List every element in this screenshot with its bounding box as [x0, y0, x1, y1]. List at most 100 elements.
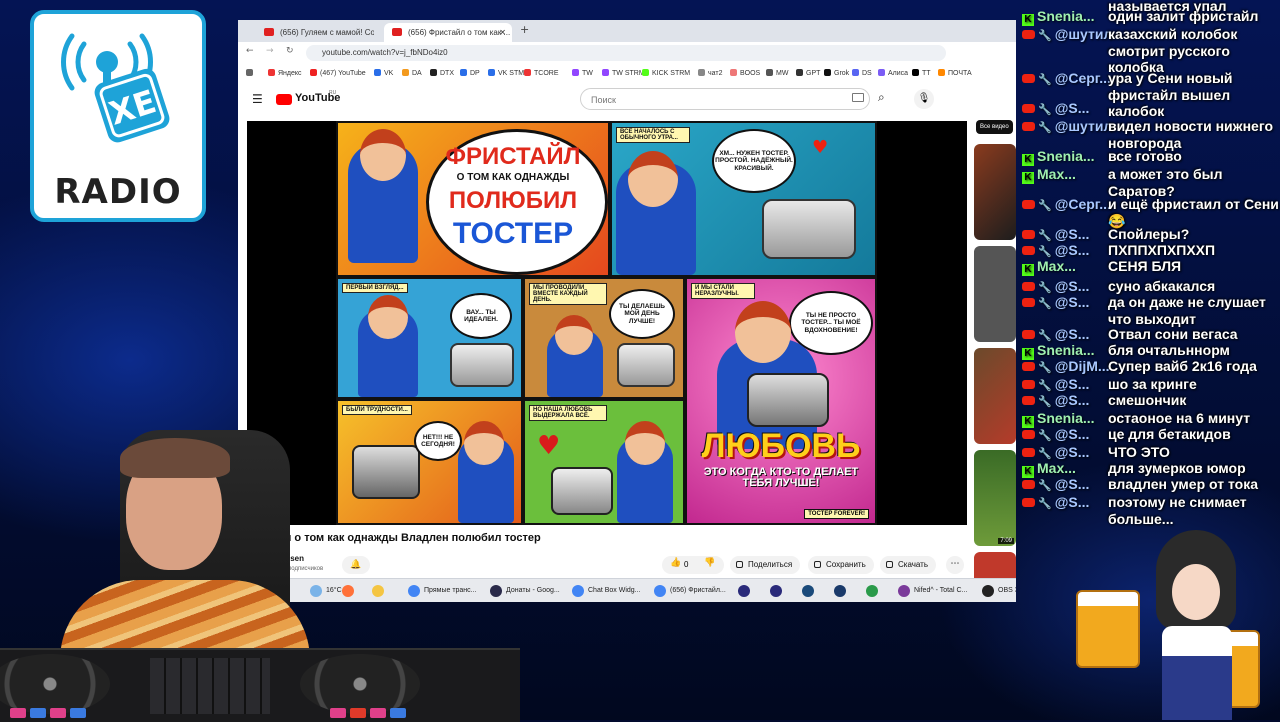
browser-icon[interactable] — [866, 583, 882, 599]
youtube-icon — [1022, 430, 1035, 439]
comic-panel-morning: ВСЁ НАЧАЛОСЬ С ОБЫЧНОГО УТРА... ХМ... НУ… — [612, 123, 875, 275]
chat-message: 🔧 @S... смешончик — [1014, 392, 1280, 409]
menu-icon[interactable]: ☰ — [252, 92, 263, 106]
share-button[interactable]: Поделиться — [730, 556, 801, 574]
recommended-thumbnail[interactable]: 7:09 — [974, 450, 1016, 546]
bookmark-item[interactable]: TCORE — [524, 69, 559, 77]
reload-icon[interactable]: ↻ — [286, 46, 294, 56]
taskbar-item[interactable]: Прямые транс... — [408, 583, 477, 599]
bookmark-item[interactable]: DA — [402, 69, 422, 77]
youtube-icon — [264, 28, 274, 36]
like-icon[interactable]: 👍 — [670, 558, 681, 568]
kick-icon: K — [1022, 264, 1034, 276]
taskbar-item[interactable]: Nifed^ - Total C... — [898, 583, 967, 599]
chat-username: 🔧 @S... — [1022, 392, 1089, 408]
search-icon[interactable]: ⌕ — [878, 90, 885, 105]
moderator-icon: 🔧 — [1038, 430, 1052, 442]
chat-username: 🔧 @S... — [1022, 226, 1089, 242]
more-actions-icon[interactable]: ⋯ — [946, 556, 964, 574]
youtube-icon — [1022, 480, 1035, 489]
tab-video-1[interactable]: (656) Гуляем с мамой! Советс... — [256, 23, 374, 42]
recommended-thumbnail[interactable] — [974, 348, 1016, 444]
bookmark-item[interactable]: VK — [374, 69, 393, 77]
bookmark-item[interactable]: Grok — [824, 69, 849, 77]
chat-message-text: ПХППХПХПХХП — [1108, 242, 1216, 258]
love-subtitle: ЭТО КОГДА КТО-ТО ДЕЛАЕТ ТЕБЯ ЛУЧШЕ! — [703, 466, 859, 489]
chat-username: K Max... — [1022, 258, 1076, 276]
dislike-icon[interactable]: 👎 — [704, 558, 715, 568]
firefox-icon[interactable] — [342, 583, 358, 599]
bookmark-item[interactable]: ПОЧТА — [938, 69, 972, 77]
bookmark-item[interactable]: BOOS — [730, 69, 760, 77]
taskbar-item[interactable]: OBS 32.1.1 - Пр... — [982, 583, 1016, 599]
character-head — [625, 421, 665, 465]
search-input[interactable]: Поиск — [580, 88, 870, 110]
url-field[interactable]: youtube.com/watch?v=j_fbNDo4iz0 — [306, 45, 946, 61]
comic-panel-trouble: БЫЛИ ТРУДНОСТИ... НЕТ!!! НЕ СЕГОДНЯ! — [338, 401, 521, 523]
photoshop-icon[interactable] — [834, 583, 850, 599]
chat-username-text: @S... — [1054, 426, 1090, 442]
chat-message: 🔧 @S... владлен умер от тока — [1014, 476, 1280, 493]
taskbar-item[interactable]: (656) Фристайл... — [654, 583, 726, 599]
mixer-section — [150, 658, 270, 714]
tab-video-2[interactable]: (656) Фристайл о том как ... ✕ — [384, 23, 512, 42]
bookmark-item[interactable]: (467) YouTube — [310, 69, 366, 77]
youtube-icon — [1022, 200, 1035, 209]
filter-chip-all[interactable]: Все видео — [976, 120, 1013, 134]
chat-username-text: @S... — [1054, 476, 1090, 492]
toaster-image — [551, 467, 613, 515]
bookmark-item[interactable]: DP — [460, 69, 480, 77]
taskbar-item[interactable]: Chat Box Widg... — [572, 583, 641, 599]
bookmark-item[interactable]: DTX — [430, 69, 454, 77]
chat-username-text: @шутил — [1054, 26, 1113, 42]
chat-username: K Snenia... — [1022, 148, 1095, 166]
chat-username: 🔧 @S... — [1022, 278, 1089, 294]
forward-icon[interactable]: → — [266, 46, 274, 56]
bookmark-item[interactable]: чат2 — [698, 69, 723, 77]
bookmark-item[interactable]: TW STRM — [602, 69, 645, 77]
chat-username: K Max... — [1022, 166, 1076, 184]
bookmark-item[interactable]: DS — [852, 69, 872, 77]
moderator-icon: 🔧 — [1038, 200, 1052, 212]
bookmark-item[interactable]: TW — [572, 69, 593, 77]
save-button[interactable]: Сохранить — [808, 556, 874, 574]
bookmark-item[interactable]: Алиса — [878, 69, 908, 77]
audition-icon[interactable] — [802, 583, 818, 599]
close-tab-icon[interactable]: ✕ — [499, 23, 506, 42]
bookmark-item[interactable]: TT — [912, 69, 931, 77]
bookmark-item[interactable]: Яндекс — [268, 69, 302, 77]
bookmark-item[interactable]: VK STM — [488, 69, 524, 77]
keyboard-icon[interactable] — [852, 93, 864, 102]
chat-message: 🔧 @S... це для бетакидов — [1014, 426, 1280, 443]
panel-caption: БЫЛИ ТРУДНОСТИ... — [342, 405, 412, 415]
chat-username-text: Snenia... — [1037, 342, 1095, 358]
folder-icon[interactable] — [372, 583, 388, 599]
recommended-thumbnail[interactable] — [974, 144, 1016, 240]
chat-message: 🔧 @DijM... Супер вайб 2к16 года — [1014, 358, 1280, 375]
microphone-icon[interactable]: 🎙 — [914, 89, 934, 109]
chat-message: K Max... а может это был Саратов? — [1014, 166, 1280, 199]
recommended-thumbnail[interactable] — [974, 246, 1016, 342]
apps-icon[interactable] — [246, 69, 256, 77]
new-tab-icon[interactable]: + — [520, 23, 529, 36]
chat-username-text: Max... — [1037, 460, 1076, 476]
download-button[interactable]: Скачать — [880, 556, 936, 574]
moderator-icon: 🔧 — [1038, 330, 1052, 342]
taskbar-item[interactable]: Донаты - Goog... — [490, 583, 560, 599]
back-icon[interactable]: ← — [246, 46, 254, 56]
xe-radio-logo: XE RADIO — [30, 10, 206, 222]
bookmark-item[interactable]: GPT — [796, 69, 820, 77]
chat-username: 🔧 @шутил — [1022, 118, 1112, 134]
youtube-logo-icon[interactable] — [276, 94, 292, 105]
comic-panel-every-day: МЫ ПРОВОДИЛИ ВМЕСТЕ КАЖДЫЙ ДЕНЬ. ТЫ ДЕЛА… — [525, 279, 683, 397]
premiere-icon[interactable] — [770, 583, 786, 599]
comic-title-top: ФРИСТАЙЛ — [445, 143, 581, 170]
comic-title-mid: О ТОМ КАК ОДНАЖДЫ — [456, 172, 570, 183]
bookmark-item[interactable]: MW — [766, 69, 788, 77]
notification-bell-icon[interactable]: 🔔 — [342, 556, 370, 574]
premiere-icon[interactable] — [738, 583, 754, 599]
video-player[interactable]: ФРИСТАЙЛ О ТОМ КАК ОДНАЖДЫ ПОЛЮБИЛ ТОСТЕ… — [247, 121, 967, 525]
heart-icon: ♥ — [537, 431, 561, 461]
bookmark-item[interactable]: KICK STRM — [642, 69, 690, 77]
youtube-icon — [1022, 448, 1035, 457]
